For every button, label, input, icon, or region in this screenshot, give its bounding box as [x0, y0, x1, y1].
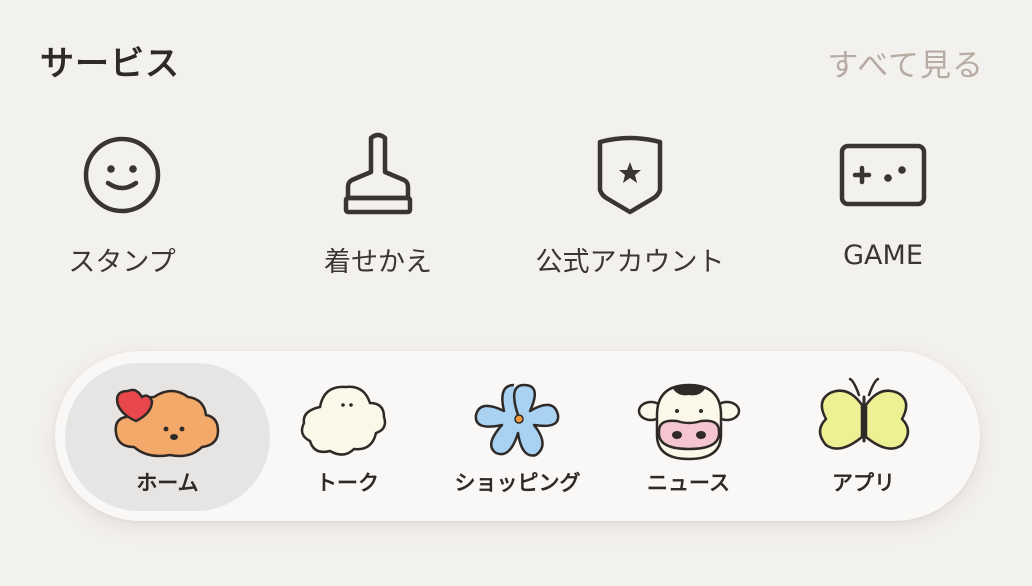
tab-label: アプリ: [832, 471, 895, 495]
bottom-tab-bar: ホーム トーク ショッピング ニュース アプリ: [55, 351, 980, 521]
tab-label: ショッピング: [454, 471, 581, 495]
service-game[interactable]: GAME: [773, 130, 993, 290]
services-grid: スタンプ 着せかえ 公式アカウント GAME: [0, 130, 1032, 290]
service-label: 着せかえ: [324, 247, 432, 278]
tab-label: ニュース: [647, 471, 730, 495]
service-official-account[interactable]: 公式アカウント: [520, 130, 740, 290]
service-label: 公式アカウント: [535, 247, 725, 278]
tab-home[interactable]: ホーム: [65, 363, 270, 511]
game-controller-icon: [838, 130, 928, 220]
see-all-link[interactable]: すべて見る: [827, 40, 984, 85]
service-theme[interactable]: 着せかえ: [268, 130, 488, 290]
cow-face-icon: [637, 383, 740, 461]
shield-star-icon: [585, 130, 675, 220]
orange-dog-icon: [113, 388, 219, 458]
service-stamp[interactable]: スタンプ: [12, 130, 232, 290]
brush-icon: [333, 130, 423, 220]
white-ghost-icon: [300, 385, 386, 456]
tab-apps[interactable]: アプリ: [761, 363, 966, 511]
yellow-butterfly-icon: [818, 377, 909, 450]
service-label: GAME: [843, 240, 923, 271]
tab-label: トーク: [316, 471, 379, 495]
tab-label: ホーム: [136, 471, 199, 495]
blue-flower-icon: [474, 383, 559, 457]
section-title: サービス: [40, 44, 180, 84]
smiley-face-icon: [77, 130, 167, 220]
service-label: スタンプ: [68, 247, 176, 278]
